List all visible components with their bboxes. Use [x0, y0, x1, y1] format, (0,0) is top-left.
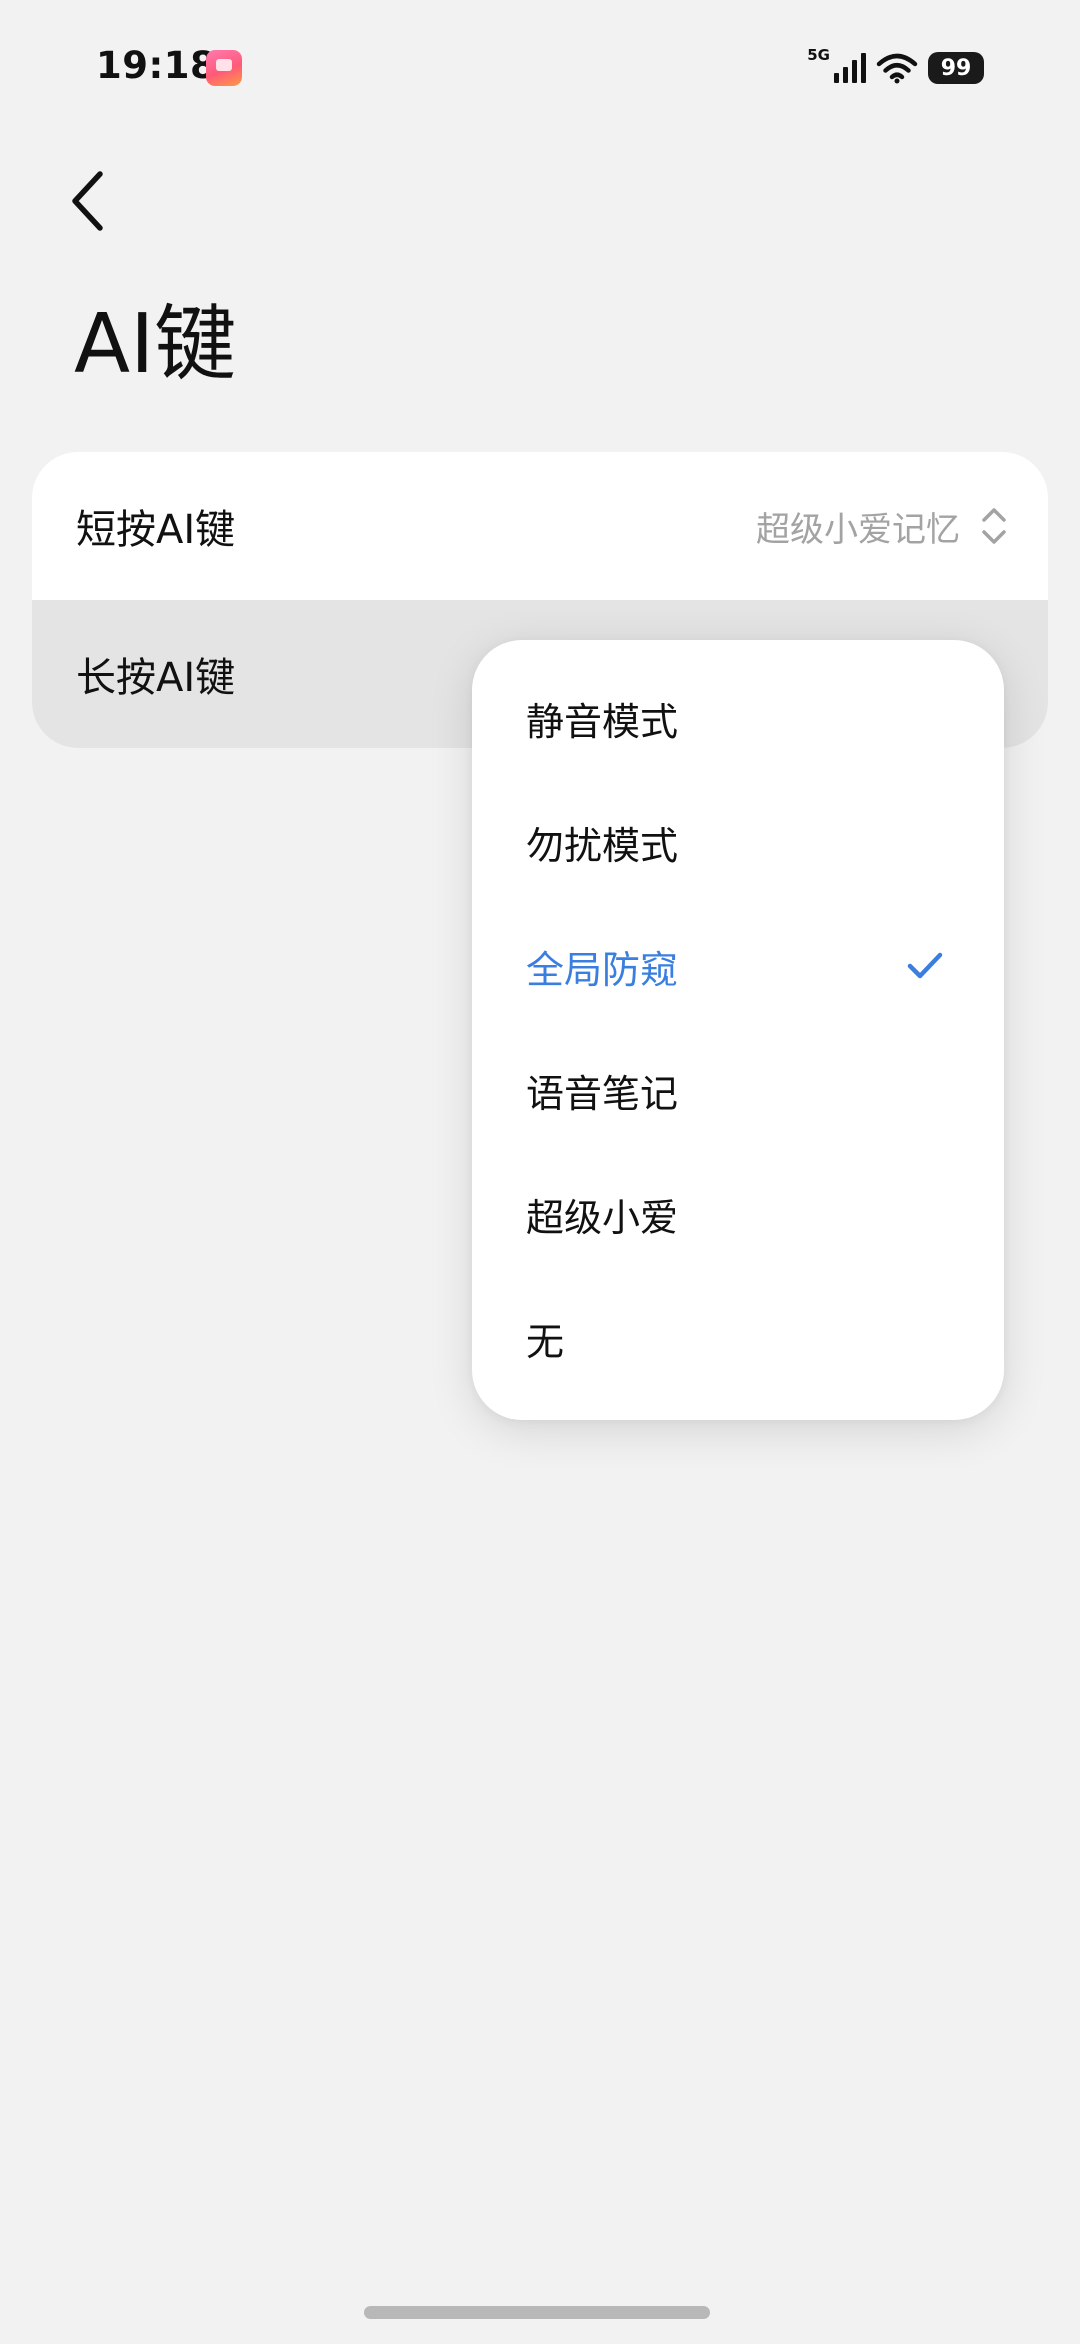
- menu-item-label: 超级小爱: [526, 1195, 679, 1240]
- wifi-icon: [876, 52, 918, 84]
- short-press-value: 超级小爱记忆: [756, 509, 960, 550]
- network-type-label: 5G: [807, 46, 830, 64]
- short-press-setting-row[interactable]: 短按AI键 超级小爱记忆: [32, 452, 1048, 600]
- battery-icon: 99: [928, 52, 984, 84]
- menu-item-silent-mode[interactable]: 静音模式: [472, 656, 1004, 780]
- home-indicator[interactable]: [364, 2306, 710, 2319]
- short-press-label: 短按AI键: [76, 507, 236, 553]
- menu-item-global-privacy[interactable]: 全局防窥: [472, 904, 1004, 1028]
- app-notification-icon: [206, 50, 242, 86]
- checkmark-icon: [906, 951, 944, 981]
- menu-item-voice-note[interactable]: 语音笔记: [472, 1028, 1004, 1152]
- long-press-options-dropdown: 静音模式 勿扰模式 全局防窥 语音笔记 超级小爱 无: [472, 640, 1004, 1420]
- chevron-up-down-icon: [980, 504, 1008, 548]
- menu-item-do-not-disturb[interactable]: 勿扰模式: [472, 780, 1004, 904]
- menu-item-label: 全局防窥: [526, 947, 679, 992]
- chevron-left-icon: [68, 170, 108, 236]
- page-title: AI键: [74, 297, 237, 392]
- status-bar: 19:18 5G 99: [0, 0, 1080, 140]
- menu-item-none[interactable]: 无: [472, 1276, 1004, 1400]
- menu-item-label: 静音模式: [526, 699, 679, 744]
- menu-item-label: 无: [526, 1319, 565, 1364]
- menu-item-super-xiaoai[interactable]: 超级小爱: [472, 1152, 1004, 1276]
- signal-icon: [834, 53, 866, 83]
- menu-item-label: 语音笔记: [526, 1071, 679, 1116]
- status-time: 19:18: [96, 44, 217, 87]
- back-button[interactable]: [56, 166, 120, 240]
- status-icons: 5G 99: [807, 46, 984, 88]
- menu-item-label: 勿扰模式: [526, 823, 679, 868]
